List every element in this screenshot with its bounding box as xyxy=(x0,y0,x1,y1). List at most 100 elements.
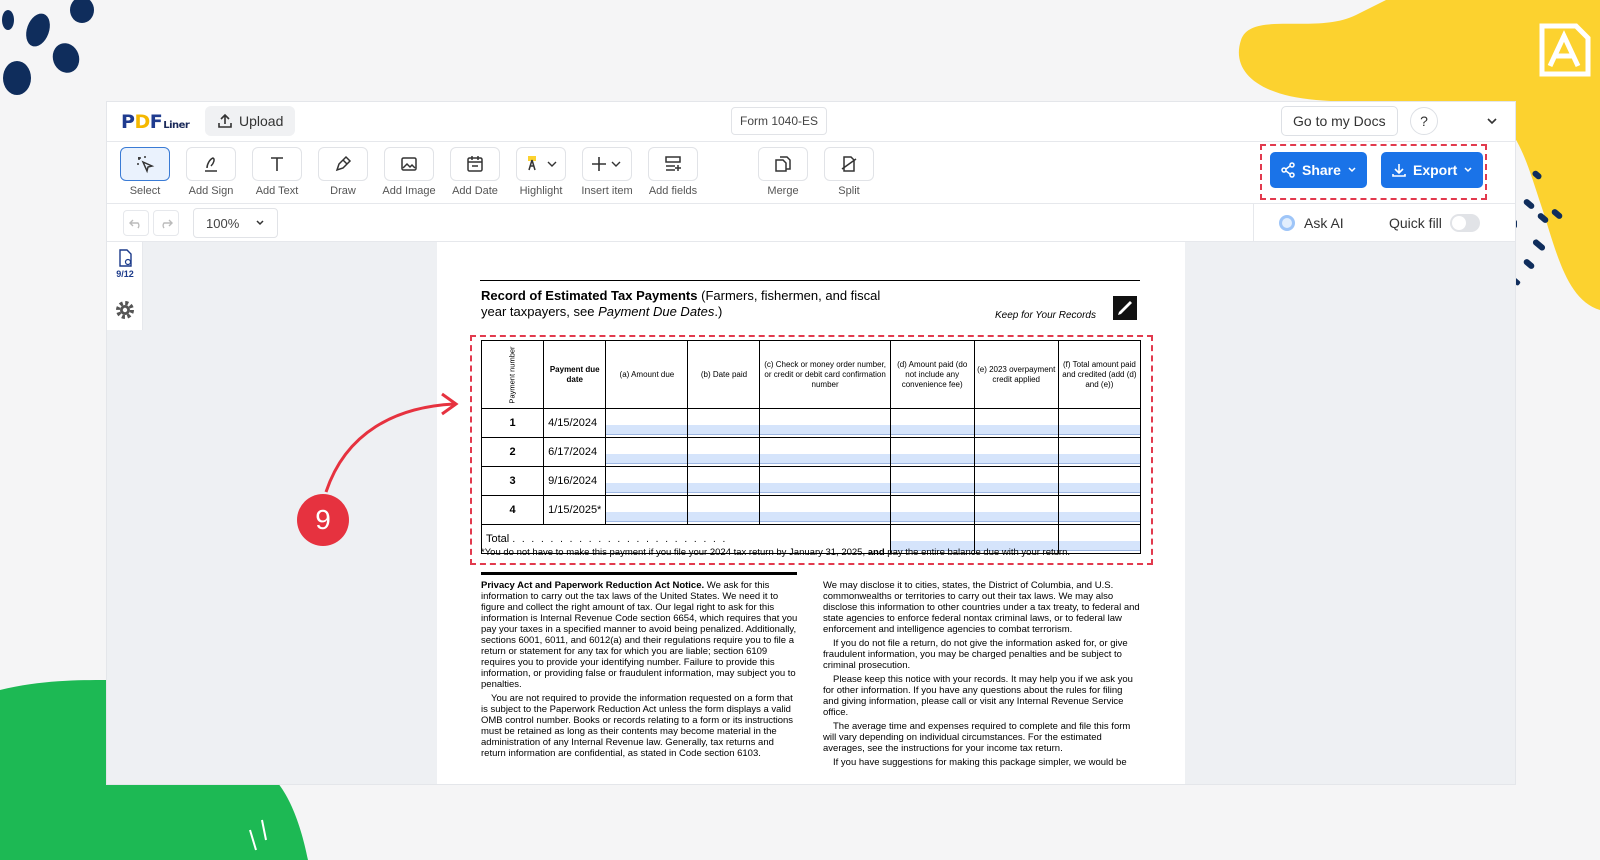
table-row: 3 9/16/2024 xyxy=(480,466,1142,496)
tool-label: Insert item xyxy=(581,185,633,197)
overpayment-field[interactable] xyxy=(973,495,1059,525)
title-rest: (Farmers, fishermen, and fiscal xyxy=(697,288,881,303)
overpayment-field[interactable] xyxy=(973,466,1059,496)
total-label: Total xyxy=(486,533,510,545)
undo-icon xyxy=(129,219,140,229)
pdf-editor-app: PDFLiner Upload Form 1040-ES Go to my Do… xyxy=(106,101,1516,785)
date-paid-field[interactable] xyxy=(687,408,761,438)
pen-seal-icon xyxy=(1113,296,1137,320)
share-button[interactable]: Share xyxy=(1270,152,1367,188)
select-icon xyxy=(137,156,155,174)
pages-button[interactable]: 9/12 xyxy=(111,249,139,279)
header-cell: (a) Amount due xyxy=(605,340,689,409)
tool-merge[interactable]: Merge xyxy=(753,147,813,197)
zoom-value: 100% xyxy=(206,215,240,231)
sign-icon xyxy=(205,157,217,172)
tool-add-sign[interactable]: Add Sign xyxy=(181,147,241,197)
pdf-logo-mark-icon xyxy=(1539,23,1591,77)
title-italic: Payment Due Dates xyxy=(598,304,715,319)
header-cell: (e) 2023 overpayment credit applied xyxy=(973,340,1059,409)
tool-insert-item[interactable]: Insert item xyxy=(577,147,637,197)
total-paid-field[interactable] xyxy=(1057,437,1142,467)
title-bold: Record of Estimated Tax Payments xyxy=(481,288,698,303)
due-date: 9/16/2024 xyxy=(543,466,607,496)
tool-draw[interactable]: Draw xyxy=(313,147,373,197)
tool-split[interactable]: Split xyxy=(819,147,879,197)
ask-ai-button[interactable]: Ask AI xyxy=(1253,204,1344,242)
tool-add-date[interactable]: Add Date xyxy=(445,147,505,197)
total-paid-field[interactable] xyxy=(1057,495,1142,525)
total-paid-field[interactable] xyxy=(1057,408,1142,438)
tool-select[interactable]: Select xyxy=(115,147,175,197)
quick-fill-toggle[interactable] xyxy=(1449,214,1480,232)
overpayment-field[interactable] xyxy=(973,437,1059,467)
tool-label: Merge xyxy=(767,185,799,197)
tool-add-image[interactable]: Add Image xyxy=(379,147,439,197)
table-row: 2 6/17/2024 xyxy=(480,437,1142,467)
export-button[interactable]: Export xyxy=(1381,152,1484,188)
total-dots: . . . . . . . . . . . . . . . . . . . . … xyxy=(512,534,728,545)
fields-icon xyxy=(665,156,681,171)
privacy-paragraph: The average time and expenses required t… xyxy=(823,721,1131,754)
privacy-paragraph: If you do not file a return, do not give… xyxy=(823,638,1128,671)
amount-due-field[interactable] xyxy=(605,466,689,496)
zoom-select[interactable]: 100% xyxy=(193,208,278,238)
privacy-paragraph: You are not required to provide the info… xyxy=(481,693,794,759)
amount-paid-field[interactable] xyxy=(889,495,975,525)
date-paid-field[interactable] xyxy=(687,437,761,467)
table-footnote: *You do not have to make this payment if… xyxy=(481,547,1070,558)
date-paid-field[interactable] xyxy=(687,495,761,525)
tool-label: Draw xyxy=(330,185,356,197)
undo-button[interactable] xyxy=(123,210,149,236)
tool-label: Add Text xyxy=(255,185,299,197)
chevron-down-icon xyxy=(256,220,264,226)
amount-due-field[interactable] xyxy=(605,495,689,525)
privacy-paragraph: Please keep this notice with your record… xyxy=(823,674,1133,718)
check-number-field[interactable] xyxy=(759,466,891,496)
tool-label: Add Image xyxy=(382,185,436,197)
chevron-down-icon[interactable] xyxy=(1485,114,1499,128)
grand-total-field[interactable] xyxy=(1057,524,1142,554)
header-cell: (d) Amount paid (do not include any conv… xyxy=(889,340,975,409)
share-label: Share xyxy=(1302,162,1341,178)
gear-icon[interactable] xyxy=(114,299,136,321)
amount-due-field[interactable] xyxy=(605,437,689,467)
record-title: Record of Estimated Tax Payments (Farmer… xyxy=(481,288,981,320)
highlight-icon xyxy=(528,156,557,171)
left-panel: 9/12 xyxy=(107,242,143,330)
due-date: 6/17/2024 xyxy=(543,437,607,467)
tool-add-text[interactable]: Add Text xyxy=(247,147,307,197)
row-number: 3 xyxy=(480,466,545,496)
top-rule xyxy=(480,280,1140,281)
amount-paid-field[interactable] xyxy=(889,437,975,467)
navy-dashes-decoration xyxy=(1512,170,1563,286)
merge-icon xyxy=(775,156,791,172)
upload-button[interactable]: Upload xyxy=(205,106,296,136)
document-page: Record of Estimated Tax Payments (Farmer… xyxy=(437,242,1185,784)
go-to-docs-button[interactable]: Go to my Docs xyxy=(1281,106,1398,136)
amount-due-field[interactable] xyxy=(605,408,689,438)
header-cell: Payment due date xyxy=(543,340,607,409)
amount-paid-field[interactable] xyxy=(889,466,975,496)
title-line2-end: .) xyxy=(714,304,723,319)
check-number-field[interactable] xyxy=(759,437,891,467)
pdfliner-logo[interactable]: PDFLiner xyxy=(121,111,190,133)
form-name[interactable]: Form 1040-ES xyxy=(731,107,828,135)
privacy-paragraph: We may disclose it to cities, states, th… xyxy=(823,580,1140,635)
tool-add-fields[interactable]: Add fields xyxy=(643,147,703,197)
check-number-field[interactable] xyxy=(759,408,891,438)
tool-label: Split xyxy=(838,185,860,197)
split-icon xyxy=(841,156,857,172)
date-paid-field[interactable] xyxy=(687,466,761,496)
redo-button[interactable] xyxy=(153,210,179,236)
overpayment-field[interactable] xyxy=(973,408,1059,438)
sub-bar: 100% Ask AI Quick fill xyxy=(107,204,1515,242)
help-button[interactable]: ? xyxy=(1410,107,1438,135)
row-number: 4 xyxy=(480,495,545,525)
check-number-field[interactable] xyxy=(759,495,891,525)
total-paid-field[interactable] xyxy=(1057,466,1142,496)
row-number: 1 xyxy=(480,408,545,438)
amount-paid-field[interactable] xyxy=(889,408,975,438)
tool-highlight[interactable]: Highlight xyxy=(511,147,571,197)
section-rule xyxy=(481,572,797,575)
